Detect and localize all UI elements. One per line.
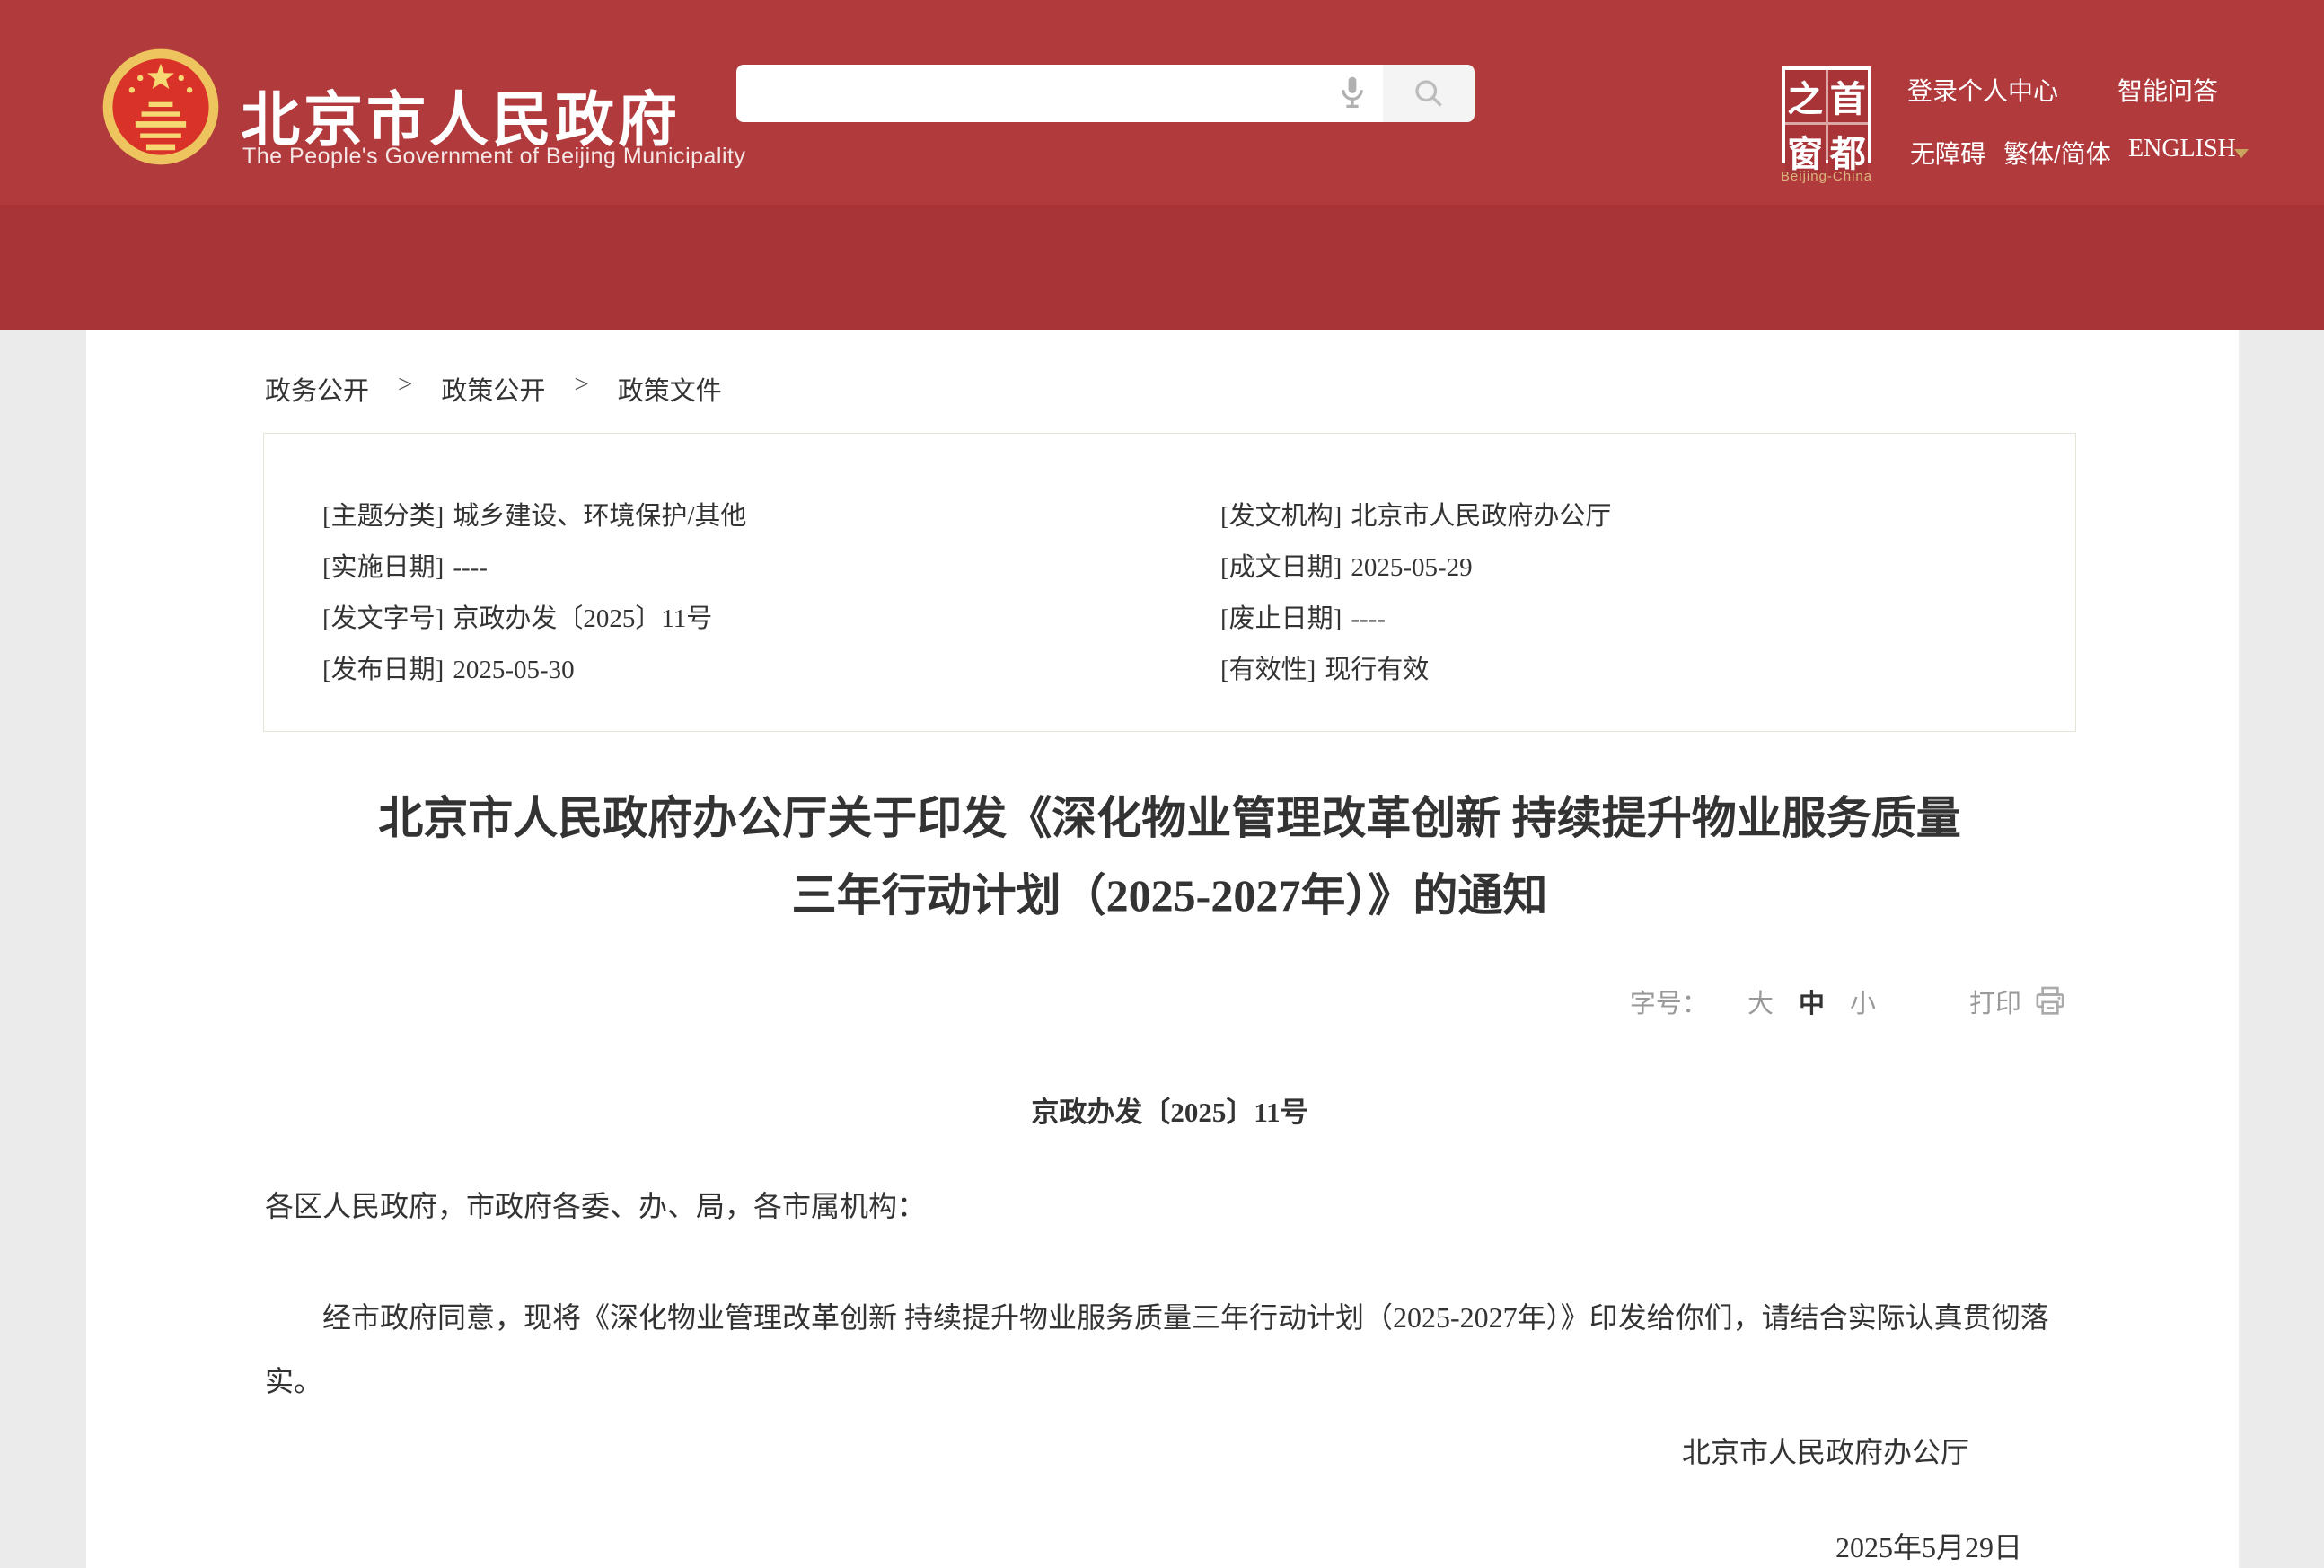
- article-controls: 字号： 大 中 小 打印: [1630, 982, 2068, 1020]
- meta-label: [发文机构]: [1220, 502, 1342, 531]
- smart-qa-link[interactable]: 智能问答: [2117, 72, 2218, 108]
- meta-label: [发文字号]: [322, 604, 444, 633]
- meta-value: 2025-05-30: [453, 656, 574, 684]
- accessibility-link[interactable]: 无障碍: [1910, 135, 1985, 171]
- document-number: 京政办发〔2025〕11号: [265, 1089, 2074, 1130]
- breadcrumb-separator: >: [574, 370, 588, 408]
- document-meta-box: [主题分类] 城乡建设、环境保护/其他 [实施日期] ---- [发文字号] 京政办发…: [263, 433, 2076, 732]
- meta-row-implement-date: [实施日期] ----: [322, 542, 1220, 594]
- search-input[interactable]: [736, 65, 1383, 122]
- breadcrumb: 政务公开 > 政策公开 > 政策文件: [265, 370, 722, 408]
- search-button[interactable]: [1383, 65, 1475, 122]
- meta-row-doc-number: [发文字号] 京政办发〔2025〕11号: [322, 594, 1220, 645]
- meta-value: ----: [453, 553, 488, 582]
- meta-value: 2025-05-29: [1351, 553, 1472, 582]
- capital-window-logo[interactable]: 之 首 窗 都: [1782, 66, 1871, 163]
- meta-label: [废止日期]: [1220, 604, 1342, 633]
- print-button[interactable]: 打印: [1969, 982, 2068, 1020]
- seal-caption: Beijing-China: [1776, 169, 1877, 184]
- meta-value: 京政办发〔2025〕11号: [453, 604, 712, 633]
- meta-row-topic: [主题分类] 城乡建设、环境保护/其他: [322, 491, 1220, 542]
- search-bar: [736, 65, 1475, 122]
- english-link[interactable]: ENGLISH: [2128, 135, 2236, 163]
- meta-value: ----: [1351, 604, 1386, 633]
- breadcrumb-policy-open[interactable]: 政策公开: [441, 370, 545, 408]
- traditional-simplified-toggle[interactable]: 繁体/简体: [2003, 135, 2111, 171]
- font-size-label: 字号：: [1630, 982, 1708, 1020]
- page-title-line2: 三年行动计划（2025-2027年）》的通知: [265, 857, 2074, 934]
- breadcrumb-gov-open[interactable]: 政务公开: [265, 370, 369, 408]
- signature-organization: 北京市人民政府办公厅: [1682, 1430, 1969, 1471]
- meta-row-issuing-org: [发文机构] 北京市人民政府办公厅: [1220, 491, 2075, 542]
- breadcrumb-separator: >: [398, 370, 412, 408]
- meta-row-written-date: [成文日期] 2025-05-29: [1220, 542, 2075, 594]
- magnifier-icon: [1409, 74, 1448, 113]
- meta-row-repeal-date: [废止日期] ----: [1220, 594, 2075, 645]
- meta-row-publish-date: [发布日期] 2025-05-30: [322, 645, 1220, 696]
- meta-row-validity: [有效性] 现行有效: [1220, 645, 2075, 696]
- meta-right-column: [发文机构] 北京市人民政府办公厅 [成文日期] 2025-05-29 [废止日期]…: [1220, 491, 2075, 731]
- login-link[interactable]: 登录个人中心: [1907, 72, 2058, 108]
- meta-label: [有效性]: [1220, 656, 1316, 684]
- meta-value: 北京市人民政府办公厅: [1351, 502, 1611, 531]
- meta-label: [发布日期]: [322, 656, 444, 684]
- meta-label: [成文日期]: [1220, 553, 1342, 582]
- signature-date: 2025年5月29日: [1835, 1525, 2022, 1566]
- meta-label: [实施日期]: [322, 553, 444, 582]
- meta-left-column: [主题分类] 城乡建设、环境保护/其他 [实施日期] ---- [发文字号] 京政办发…: [322, 491, 1220, 731]
- meta-label: [主题分类]: [322, 502, 444, 531]
- meta-value: 现行有效: [1325, 656, 1429, 684]
- site-header: 北京市人民政府 The People's Government of Beiji…: [0, 0, 2324, 205]
- national-emblem-icon: [101, 47, 221, 167]
- page-title-line1: 北京市人民政府办公厅关于印发《深化物业管理改革创新 持续提升物业服务质量: [265, 780, 2074, 857]
- microphone-icon: [1333, 73, 1372, 112]
- page-title: 北京市人民政府办公厅关于印发《深化物业管理改革创新 持续提升物业服务质量 三年行…: [265, 780, 2074, 934]
- content-card: 政务公开 > 政策公开 > 政策文件 [主题分类] 城乡建设、环境保护/其他 [实…: [86, 330, 2239, 1568]
- font-size-small-button[interactable]: 小: [1850, 982, 1876, 1020]
- font-size-medium-button[interactable]: 中: [1799, 982, 1825, 1020]
- seal-char: 首: [1828, 70, 1869, 122]
- body-paragraph: 经市政府同意，现将《深化物业管理改革创新 持续提升物业服务质量三年行动计划（20…: [265, 1286, 2077, 1414]
- print-label: 打印: [1969, 982, 2021, 1020]
- english-dropdown-icon[interactable]: [2234, 149, 2249, 158]
- seal-char: 之: [1785, 70, 1826, 122]
- main-nav: 要闻动态 政务公开 政务服务 政策兑现 政民互动 人文北京: [0, 205, 2324, 330]
- voice-search-button[interactable]: [1331, 72, 1374, 115]
- breadcrumb-policy-files[interactable]: 政策文件: [618, 370, 722, 408]
- addressee-line: 各区人民政府，市政府各委、办、局，各市属机构：: [265, 1184, 926, 1225]
- site-subtitle: The People's Government of Beijing Munic…: [242, 144, 746, 170]
- meta-value: 城乡建设、环境保护/其他: [453, 502, 746, 531]
- font-size-large-button[interactable]: 大: [1747, 982, 1774, 1020]
- printer-icon: [2032, 983, 2068, 1019]
